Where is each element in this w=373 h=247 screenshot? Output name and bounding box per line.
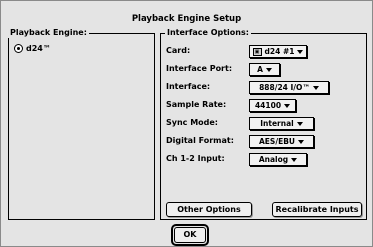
playback-engine-option[interactable]: d24™ <box>14 44 51 53</box>
ch-input-label: Ch 1-2 Input: <box>166 154 225 163</box>
triangle-down-icon <box>298 139 304 144</box>
interface-port-value: A <box>257 65 263 74</box>
card-popup[interactable]: ▣ d24 #1 <box>249 45 307 58</box>
interface-label: Interface: <box>166 82 211 91</box>
interface-port-popup[interactable]: A <box>249 63 280 76</box>
triangle-down-icon <box>296 121 303 126</box>
playback-engine-option-label: d24™ <box>26 44 51 53</box>
interface-popup[interactable]: 888/24 I/O™ <box>249 81 329 94</box>
digital-format-popup[interactable]: AES/EBU <box>249 135 314 148</box>
sample-rate-label: Sample Rate: <box>166 100 227 109</box>
playback-engine-dialog: Playback Engine Setup Playback Engine: d… <box>0 0 373 247</box>
card-label: Card: <box>166 46 191 55</box>
sync-mode-popup[interactable]: Internal <box>249 117 314 130</box>
ch-input-popup[interactable]: Analog <box>249 153 307 166</box>
triangle-down-icon <box>265 67 272 72</box>
digital-format-value: AES/EBU <box>259 137 295 146</box>
sample-rate-value: 44100 <box>254 101 282 110</box>
ok-button-default-ring: OK <box>171 224 209 246</box>
triangle-down-icon <box>284 103 291 108</box>
triangle-down-icon <box>312 85 319 90</box>
ok-button[interactable]: OK <box>174 227 206 243</box>
other-options-button[interactable]: Other Options <box>166 202 252 217</box>
sync-mode-value: Internal <box>260 119 294 128</box>
interface-port-label: Interface Port: <box>166 64 233 73</box>
interface-value: 888/24 I/O™ <box>259 83 310 92</box>
radio-selected-icon[interactable] <box>14 44 23 53</box>
card-icon: ▣ <box>252 47 262 56</box>
recalibrate-inputs-button[interactable]: Recalibrate Inputs <box>272 202 362 217</box>
interface-options-group-title: Interface Options: <box>165 28 251 38</box>
playback-engine-group-title: Playback Engine: <box>8 28 89 38</box>
triangle-down-icon <box>291 157 298 162</box>
triangle-down-icon <box>297 49 304 54</box>
card-value: d24 #1 <box>264 47 295 56</box>
playback-engine-group: Playback Engine: d24™ <box>8 28 155 220</box>
sample-rate-popup[interactable]: 44100 <box>249 99 296 112</box>
interface-options-group: Interface Options: Card: ▣ d24 #1 Interf… <box>160 28 367 220</box>
ch-input-value: Analog <box>258 155 289 164</box>
digital-format-label: Digital Format: <box>166 136 234 145</box>
sync-mode-label: Sync Mode: <box>166 118 219 127</box>
dialog-title: Playback Engine Setup <box>131 14 242 24</box>
